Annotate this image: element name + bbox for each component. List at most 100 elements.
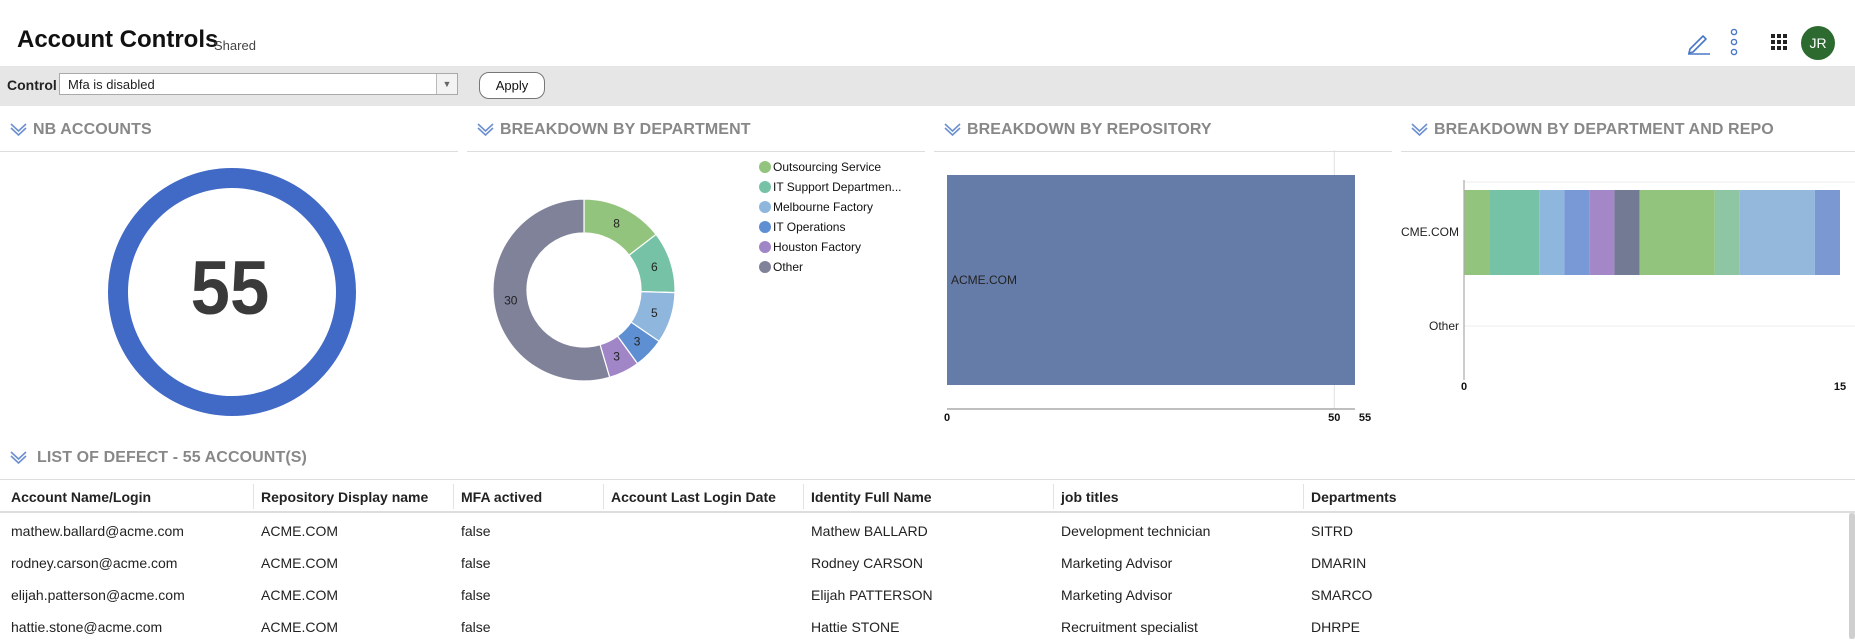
stacked-segment[interactable]: [1589, 190, 1615, 275]
repository-panel-header: BREAKDOWN BY REPOSITORY: [934, 118, 1392, 152]
column-separator: [803, 484, 804, 509]
legend-swatch: [759, 161, 771, 173]
table-cell: DHRPE: [1311, 619, 1361, 635]
control-label: Control: [7, 77, 57, 93]
collapse-chevron-icon[interactable]: [1411, 122, 1428, 136]
stacked-segment[interactable]: [1639, 190, 1715, 275]
column-header[interactable]: MFA actived: [461, 489, 542, 505]
dept-repo-title: BREAKDOWN BY DEPARTMENT AND REPO: [1434, 121, 1774, 138]
stacked-segment[interactable]: [1739, 190, 1815, 275]
nb-accounts-panel-header: NB ACCOUNTS: [0, 118, 458, 152]
table-row[interactable]: hattie.stone@acme.com ACME.COM false Hattie…: [0, 610, 1845, 642]
table-cell: Marketing Advisor: [1061, 587, 1173, 603]
donut-slice-label: 6: [651, 260, 658, 274]
legend-swatch: [759, 241, 771, 253]
table-cell: ACME.COM: [261, 555, 338, 571]
filter-bar: Control Mfa is disabled ▼ Apply: [0, 66, 1855, 106]
nb-accounts-kpi: 55: [108, 168, 356, 416]
stacked-segment[interactable]: [1814, 190, 1840, 275]
user-avatar[interactable]: JR: [1801, 26, 1835, 60]
legend-label: Melbourne Factory: [773, 200, 874, 214]
legend-swatch: [759, 181, 771, 193]
column-separator: [453, 484, 454, 509]
column-header[interactable]: Identity Full Name: [811, 489, 932, 505]
collapse-chevron-icon[interactable]: [944, 122, 961, 136]
table-header: Account Name/Login Repository Display nam…: [0, 480, 1855, 513]
donut-slice-label: 30: [504, 294, 518, 308]
table-cell: Marketing Advisor: [1061, 555, 1173, 571]
table-cell: Mathew BALLARD: [811, 523, 928, 539]
table-row[interactable]: rodney.carson@acme.com ACME.COM false Rodne…: [0, 546, 1845, 578]
table-cell: elijah.patterson@acme.com: [11, 587, 185, 603]
stacked-segment[interactable]: [1564, 190, 1590, 275]
department-donut-chart: 8 6 5 33 30: [492, 198, 676, 382]
column-separator: [1303, 484, 1304, 509]
control-select-value: Mfa is disabled: [68, 77, 155, 92]
defect-list-header: LIST OF DEFECT - 55 ACCOUNT(S): [0, 446, 1855, 480]
y-category-label: CME.COM: [1401, 225, 1459, 239]
column-header[interactable]: Departments: [1311, 489, 1397, 505]
table-row[interactable]: mathew.ballard@acme.com ACME.COM false Math…: [0, 514, 1845, 546]
table-cell: Rodney CARSON: [811, 555, 924, 571]
stacked-segment[interactable]: [1464, 190, 1490, 275]
legend-item[interactable]: IT Support Departmen...: [759, 177, 902, 197]
table-cell: false: [461, 619, 491, 635]
table-cell: hattie.stone@acme.com: [11, 619, 163, 635]
x-tick-label: 55: [1359, 412, 1371, 424]
control-select[interactable]: Mfa is disabled ▼: [59, 73, 458, 95]
x-tick-label: 50: [1328, 412, 1340, 424]
chevron-down-icon[interactable]: ▼: [436, 74, 457, 94]
more-options-icon[interactable]: [1719, 26, 1749, 58]
table-cell: DMARIN: [1311, 555, 1367, 571]
table-cell: SMARCO: [1311, 587, 1373, 603]
legend-label: Houston Factory: [773, 240, 862, 254]
column-separator: [603, 484, 604, 509]
donut-slice-label: 3: [634, 335, 641, 349]
legend-item[interactable]: Houston Factory: [759, 237, 902, 257]
table-cell: false: [461, 587, 491, 603]
stacked-segment[interactable]: [1614, 190, 1640, 275]
page-header: Account Controls Shared JR: [0, 0, 1855, 66]
dept-repo-panel-header: BREAKDOWN BY DEPARTMENT AND REPO: [1401, 118, 1855, 152]
collapse-chevron-icon[interactable]: [10, 450, 27, 464]
table-cell: Hattie STONE: [811, 619, 900, 635]
donut-slice-label: 3: [613, 349, 620, 363]
collapse-chevron-icon[interactable]: [10, 122, 27, 136]
table-cell: ACME.COM: [261, 587, 338, 603]
scrollbar-thumb[interactable]: [1849, 513, 1855, 639]
stacked-segment[interactable]: [1489, 190, 1540, 275]
bar-category-label: ACME.COM: [951, 273, 1017, 287]
column-header[interactable]: Account Last Login Date: [611, 489, 776, 505]
legend-item[interactable]: Melbourne Factory: [759, 197, 902, 217]
table-cell: false: [461, 523, 491, 539]
table-cell: mathew.ballard@acme.com: [11, 523, 184, 539]
dept-repo-stacked-chart: CME.COM Other 0 15: [1401, 180, 1855, 393]
shared-label: Shared: [214, 38, 256, 53]
column-header[interactable]: job titles: [1061, 489, 1119, 505]
edit-icon[interactable]: [1684, 26, 1714, 58]
legend-item[interactable]: Other: [759, 257, 902, 277]
table-cell: ACME.COM: [261, 619, 338, 635]
collapse-chevron-icon[interactable]: [477, 122, 494, 136]
table-cell: false: [461, 555, 491, 571]
stacked-segment[interactable]: [1539, 190, 1565, 275]
table-scrollbar[interactable]: [1849, 513, 1855, 639]
legend-item[interactable]: Outsourcing Service: [759, 157, 902, 177]
apps-grid-icon[interactable]: [1764, 26, 1794, 58]
column-header[interactable]: Repository Display name: [261, 489, 428, 505]
kpi-value: 55: [191, 246, 270, 331]
legend-swatch: [759, 261, 771, 273]
table-row[interactable]: elijah.patterson@acme.com ACME.COM false El…: [0, 578, 1845, 610]
legend-item[interactable]: IT Operations: [759, 217, 902, 237]
table-cell: Elijah PATTERSON: [811, 587, 933, 603]
column-separator: [1053, 484, 1054, 509]
donut-slice-label: 8: [613, 217, 620, 231]
stacked-segment[interactable]: [1714, 190, 1740, 275]
department-legend: Outsourcing Service IT Support Departmen.…: [759, 157, 902, 277]
apply-button[interactable]: Apply: [479, 72, 545, 99]
column-header[interactable]: Account Name/Login: [11, 489, 151, 505]
table-cell: rodney.carson@acme.com: [11, 555, 178, 571]
nb-accounts-title: NB ACCOUNTS: [33, 121, 152, 138]
table-cell: Development technician: [1061, 523, 1211, 539]
donut-slice-label: 5: [651, 306, 658, 320]
